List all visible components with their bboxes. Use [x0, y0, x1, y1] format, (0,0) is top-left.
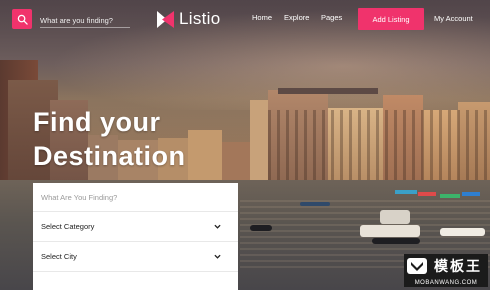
boat-awning: [395, 190, 417, 194]
gondola: [372, 238, 420, 244]
header-search-field: [40, 10, 130, 29]
destination-search-form: Select Category Select City: [33, 183, 238, 290]
headline-line-1: Find your: [33, 107, 161, 137]
keyword-input[interactable]: [41, 189, 221, 205]
watermark-cn-text: 模板王: [434, 259, 482, 275]
watermark-top: 模板王: [404, 254, 488, 278]
boat-awning: [462, 192, 480, 196]
top-navigation-bar: Listio Home Explore Pages Add Listing My…: [0, 0, 490, 38]
building-right: [278, 88, 378, 94]
watermark-logo-icon: [407, 258, 427, 274]
logo[interactable]: Listio: [157, 9, 221, 29]
boat: [360, 225, 420, 237]
logo-icon: [157, 10, 174, 28]
gondola: [300, 202, 330, 206]
watermark-badge: 模板王 MOBANWANG.COM: [404, 254, 488, 287]
boat-awning: [418, 192, 436, 196]
nav-home[interactable]: Home: [252, 13, 272, 22]
nav-explore[interactable]: Explore: [284, 13, 309, 22]
boat: [380, 210, 410, 224]
nav-pages[interactable]: Pages: [321, 13, 342, 22]
hero-headline: Find your Destination: [33, 105, 186, 173]
search-icon: [17, 14, 28, 25]
headline-line-2: Destination: [33, 141, 186, 171]
city-select[interactable]: Select City: [33, 242, 238, 272]
chevron-down-icon: [214, 254, 221, 259]
keyword-row: [33, 183, 238, 212]
category-select-value: Select Category: [41, 222, 95, 231]
watermark-url: MOBANWANG.COM: [404, 278, 488, 287]
my-account-link[interactable]: My Account: [434, 14, 473, 23]
chevron-down-icon: [214, 224, 221, 229]
header-search-input[interactable]: [40, 12, 130, 29]
logo-text: Listio: [179, 9, 221, 28]
windows: [268, 110, 490, 180]
city-select-value: Select City: [41, 252, 77, 261]
add-listing-button[interactable]: Add Listing: [358, 8, 424, 30]
search-button[interactable]: [12, 9, 32, 29]
gondola: [250, 225, 272, 231]
boat: [440, 228, 485, 236]
category-select[interactable]: Select Category: [33, 212, 238, 242]
boat-awning: [440, 194, 460, 198]
